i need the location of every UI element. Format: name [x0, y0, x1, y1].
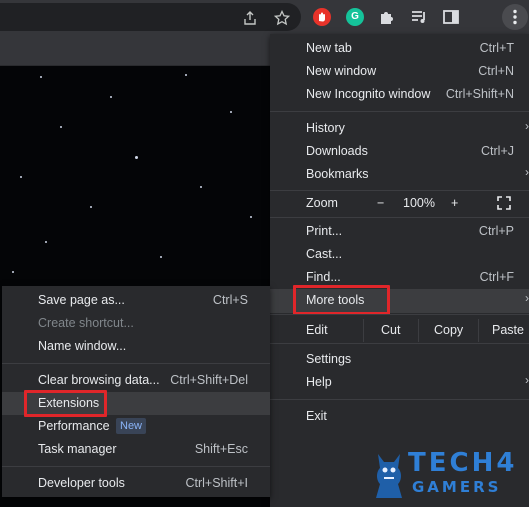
menu-item-label: New Incognito window: [306, 87, 431, 101]
menu-item-label: Create shortcut...: [38, 316, 134, 330]
menu-item-label: Clear browsing data...: [38, 373, 160, 387]
menu-item-exit[interactable]: Exit: [270, 405, 529, 428]
menu-separator: [270, 314, 529, 315]
menu-item-settings[interactable]: Settings: [270, 348, 529, 371]
cut-button[interactable]: Cut: [381, 323, 400, 337]
menu-item-shortcut: Ctrl+Shift+Del: [170, 373, 248, 387]
menu-item-label: Settings: [306, 352, 352, 366]
menu-item-label: Downloads: [306, 144, 368, 158]
mascot-icon: [372, 446, 406, 500]
highlight-box-more-tools: [293, 285, 390, 315]
fullscreen-icon[interactable]: [497, 196, 511, 213]
edit-divider: [478, 319, 479, 342]
logo-text-line2: GAMERS: [412, 478, 502, 496]
star-bookmark-icon[interactable]: [273, 9, 291, 26]
share-icon[interactable]: [242, 10, 258, 26]
submenu-arrow-icon: ›: [525, 291, 529, 305]
chrome-main-menu: New tab Ctrl+T New window Ctrl+N New Inc…: [270, 34, 529, 507]
zoom-level: 100%: [403, 196, 435, 210]
menu-item-label: Cast...: [306, 247, 343, 261]
submenu-arrow-icon: ›: [525, 119, 529, 133]
menu-item-print[interactable]: Print... Ctrl+P: [270, 220, 529, 243]
menu-item-shortcut: Ctrl+Shift+N: [445, 87, 514, 101]
zoom-out-button[interactable]: −: [377, 196, 384, 210]
menu-item-shortcut: Ctrl+S: [212, 293, 248, 307]
menu-item-label: New window: [306, 64, 377, 78]
menu-item-label: Performance: [38, 419, 110, 433]
menu-row-edit: Edit Cut Copy Paste: [270, 319, 529, 342]
edit-divider: [418, 319, 419, 342]
more-tools-submenu: Save page as... Ctrl+S Create shortcut..…: [2, 286, 270, 497]
menu-separator: [270, 111, 529, 112]
menu-separator: [270, 217, 529, 218]
zoom-in-button[interactable]: +: [451, 196, 458, 210]
menu-item-new-incognito-window[interactable]: New Incognito window Ctrl+Shift+N: [270, 83, 529, 106]
more-menu-icon: [502, 4, 528, 30]
menu-item-task-manager[interactable]: Task manager Shift+Esc: [2, 438, 270, 461]
menu-item-shortcut: Ctrl+Shift+I: [185, 476, 248, 490]
menu-item-label: Name window...: [38, 339, 127, 353]
menu-item-cast[interactable]: Cast...: [270, 243, 529, 266]
menu-item-label: Print...: [306, 224, 343, 238]
menu-item-downloads[interactable]: Downloads Ctrl+J: [270, 140, 529, 163]
menu-item-shortcut: Shift+Esc: [194, 442, 248, 456]
menu-item-performance[interactable]: Performance New: [2, 415, 270, 438]
edit-divider: [363, 319, 364, 342]
menu-item-shortcut: Ctrl+N: [478, 64, 514, 78]
menu-item-shortcut: Ctrl+P: [478, 224, 514, 238]
menu-item-save-page[interactable]: Save page as... Ctrl+S: [2, 289, 270, 312]
menu-row-zoom: Zoom − 100% +: [270, 192, 529, 215]
tech4gamers-watermark: TECH4 GAMERS: [370, 444, 529, 502]
submenu-arrow-icon: ›: [525, 373, 529, 387]
menu-separator: [2, 466, 270, 467]
menu-item-label: Developer tools: [38, 476, 125, 490]
menu-separator: [270, 399, 529, 400]
menu-item-new-tab[interactable]: New tab Ctrl+T: [270, 37, 529, 60]
menu-item-label: Task manager: [38, 442, 117, 456]
menu-item-shortcut: Ctrl+J: [481, 144, 514, 158]
menu-item-shortcut: Ctrl+T: [479, 41, 514, 55]
browser-toolbar: G: [0, 0, 529, 34]
menu-item-create-shortcut[interactable]: Create shortcut...: [2, 312, 270, 335]
menu-separator: [2, 363, 270, 364]
highlight-box-extensions: [24, 390, 107, 417]
menu-item-label: Bookmarks: [306, 167, 369, 181]
side-panel-icon[interactable]: [442, 8, 460, 26]
menu-item-label: History: [306, 121, 345, 135]
bookmarks-bar: [0, 34, 270, 66]
reading-list-icon[interactable]: [410, 8, 428, 26]
menu-separator: [270, 190, 529, 191]
menu-item-name-window[interactable]: Name window...: [2, 335, 270, 358]
extensions-puzzle-icon[interactable]: [378, 8, 396, 26]
menu-item-label: Help: [306, 375, 332, 389]
menu-item-label: Save page as...: [38, 293, 125, 307]
menu-item-new-window[interactable]: New window Ctrl+N: [270, 60, 529, 83]
menu-item-history[interactable]: History ›: [270, 117, 529, 140]
menu-separator: [270, 343, 529, 344]
menu-item-bookmarks[interactable]: Bookmarks ›: [270, 163, 529, 186]
zoom-label: Zoom: [306, 196, 338, 210]
adblock-extension-icon[interactable]: [313, 8, 331, 26]
grammarly-extension-icon[interactable]: G: [346, 8, 364, 26]
copy-button[interactable]: Copy: [434, 323, 463, 337]
menu-item-developer-tools[interactable]: Developer tools Ctrl+Shift+I: [2, 472, 270, 495]
edit-label: Edit: [306, 323, 328, 337]
address-bar[interactable]: [0, 3, 301, 31]
menu-item-label: Find...: [306, 270, 341, 284]
submenu-arrow-icon: ›: [525, 165, 529, 179]
more-menu-button[interactable]: [502, 4, 528, 30]
menu-item-label: New tab: [306, 41, 352, 55]
menu-item-clear-browsing-data[interactable]: Clear browsing data... Ctrl+Shift+Del: [2, 369, 270, 392]
menu-item-help[interactable]: Help ›: [270, 371, 529, 394]
menu-item-label: Exit: [306, 409, 327, 423]
logo-text-line1: TECH4: [408, 448, 518, 478]
paste-button[interactable]: Paste: [492, 323, 524, 337]
new-badge: New: [116, 418, 147, 434]
menu-item-shortcut: Ctrl+F: [479, 270, 514, 284]
